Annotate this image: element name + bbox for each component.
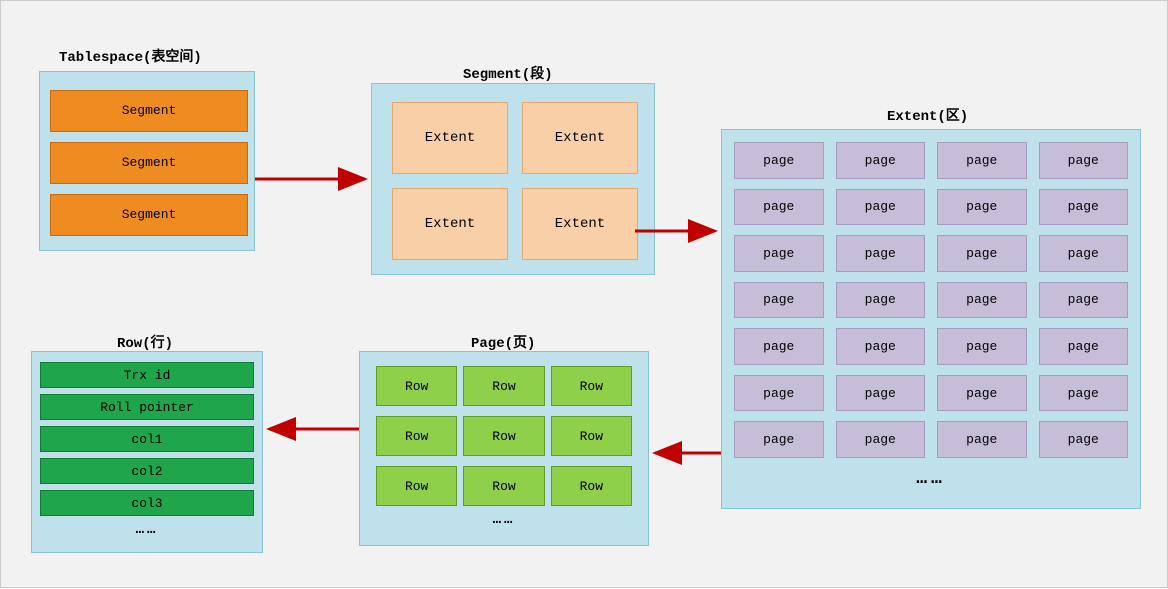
segment-container: Extent Extent Extent Extent <box>371 83 655 275</box>
extent-page-item: page <box>1039 235 1129 272</box>
row-field-item: Trx id <box>40 362 254 388</box>
page-container: RowRowRowRowRowRowRowRowRow …… <box>359 351 649 546</box>
extent-page-item: page <box>937 189 1027 226</box>
segment-extent-item: Extent <box>392 102 508 174</box>
page-row-item: Row <box>551 416 632 456</box>
page-row-item: Row <box>376 366 457 406</box>
extent-page-item: page <box>734 421 824 458</box>
extent-page-item: page <box>1039 421 1129 458</box>
page-grid: page page page page page page page page page page… <box>722 130 1140 470</box>
page-row-item: Row <box>463 366 544 406</box>
row-field-list: Trx id Roll pointer col1 col2 col3 <box>32 352 262 520</box>
page-row-item: Row <box>376 416 457 456</box>
segment-extent-item: Extent <box>522 188 638 260</box>
page-row-item: Row <box>376 466 457 506</box>
tablespace-segment-item: Segment <box>50 142 248 184</box>
extent-page-item: page <box>734 189 824 226</box>
extent-page-item: page <box>1039 142 1129 179</box>
extent-page-item: page <box>836 235 926 272</box>
title-extent: Extent(区) <box>887 105 968 125</box>
extent-page-item: page <box>836 421 926 458</box>
segment-extent-item: Extent <box>522 102 638 174</box>
segment-extent-item: Extent <box>392 188 508 260</box>
extent-ellipsis: …… <box>722 470 1140 500</box>
extent-page-item: page <box>937 282 1027 319</box>
diagram-canvas: Tablespace(表空间) Segment(段) Extent(区) Pag… <box>0 0 1168 588</box>
extent-page-item: page <box>836 328 926 365</box>
tablespace-segment-item: Segment <box>50 194 248 236</box>
extent-page-item: page <box>734 142 824 179</box>
row-field-item: Roll pointer <box>40 394 254 420</box>
extent-page-item: page <box>836 189 926 226</box>
row-ellipsis: …… <box>32 520 262 538</box>
extent-page-item: page <box>937 328 1027 365</box>
extent-page-item: page <box>836 282 926 319</box>
extent-page-item: page <box>937 142 1027 179</box>
title-segment: Segment(段) <box>463 63 553 83</box>
extent-container: page page page page page page page page page page… <box>721 129 1141 509</box>
title-row: Row(行) <box>117 332 173 352</box>
extent-page-item: page <box>937 235 1027 272</box>
extent-page-item: page <box>734 282 824 319</box>
row-container: Trx id Roll pointer col1 col2 col3 …… <box>31 351 263 553</box>
page-row-item: Row <box>551 466 632 506</box>
extent-page-item: page <box>734 235 824 272</box>
extent-page-item: page <box>937 375 1027 412</box>
title-page: Page(页) <box>471 332 535 352</box>
extent-page-item: page <box>1039 282 1129 319</box>
extent-page-item: page <box>1039 375 1129 412</box>
extent-page-item: page <box>836 375 926 412</box>
page-row-item: Row <box>463 416 544 456</box>
extent-page-item: page <box>1039 189 1129 226</box>
page-row-item: Row <box>463 466 544 506</box>
row-grid: RowRowRowRowRowRowRowRowRow <box>360 352 648 512</box>
page-ellipsis: …… <box>360 512 648 528</box>
extent-page-item: page <box>937 421 1027 458</box>
tablespace-segment-item: Segment <box>50 90 248 132</box>
extent-page-item: page <box>734 328 824 365</box>
page-row-item: Row <box>551 366 632 406</box>
title-tablespace: Tablespace(表空间) <box>59 46 202 66</box>
extent-page-item: page <box>1039 328 1129 365</box>
row-field-item: col3 <box>40 490 254 516</box>
extent-page-item: page <box>734 375 824 412</box>
row-field-item: col2 <box>40 458 254 484</box>
tablespace-container: Segment Segment Segment <box>39 71 255 251</box>
extent-page-item: page <box>836 142 926 179</box>
row-field-item: col1 <box>40 426 254 452</box>
